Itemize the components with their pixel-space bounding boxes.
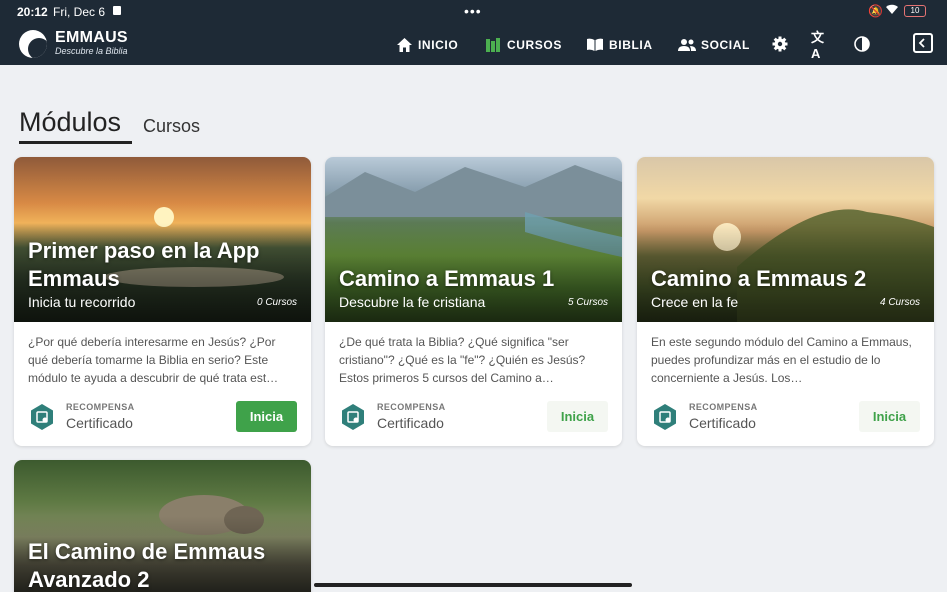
contrast-theme-icon[interactable] [853, 35, 871, 53]
tab-cursos[interactable]: Cursos [143, 116, 200, 137]
nav-inicio[interactable]: INICIO [396, 24, 458, 65]
module-subtitle: Descubre la fe cristiana [339, 294, 486, 310]
nav-biblia-label: BIBLIA [609, 37, 653, 52]
reward-label: RECOMPENSA [66, 402, 135, 412]
reward-label: RECOMPENSA [377, 402, 446, 412]
battery-icon: 10 [904, 5, 926, 17]
side-panel-toggle-icon[interactable] [913, 33, 933, 53]
module-title: El Camino de Emmaus Avanzado 2 [28, 539, 266, 592]
module-card-camino-1[interactable]: Camino a Emmaus 1 Descubre la fe cristia… [325, 157, 622, 446]
module-card-camino-2[interactable]: Camino a Emmaus 2 Crece en la fe 4 Curso… [637, 157, 934, 446]
nav-inicio-label: INICIO [418, 37, 459, 52]
more-dots-icon: ••• [464, 3, 482, 19]
emmaus-logo-icon[interactable] [19, 30, 47, 58]
module-title: Primer paso en la App Emmaus [28, 238, 260, 291]
module-card-primer-paso[interactable]: Primer paso en la App Emmaus Inicia tu r… [14, 157, 311, 446]
module-card-avanzado-2[interactable]: El Camino de Emmaus Avanzado 2 [14, 460, 311, 592]
inicia-button[interactable]: Inicia [859, 401, 920, 432]
active-tab-underline [19, 141, 132, 144]
wifi-icon [885, 3, 899, 18]
reward-value: Certificado [377, 415, 444, 431]
certificate-badge-icon [342, 404, 364, 430]
reward-value: Certificado [66, 415, 133, 431]
home-icon [397, 37, 412, 52]
module-description: En este segundo módulo del Camino a Emma… [651, 335, 912, 385]
module-course-count: 4 Cursos [879, 297, 920, 308]
brand-tagline: Descubre la Biblia [55, 46, 128, 56]
module-description: ¿De qué trata la Biblia? ¿Qué significa … [339, 335, 586, 385]
nav-cursos-label: CURSOS [507, 37, 562, 52]
certificate-badge-icon [31, 404, 53, 430]
module-subtitle: Crece en la fe [651, 294, 739, 310]
open-book-icon [587, 38, 603, 51]
module-subtitle: Inicia tu recorrido [28, 294, 136, 310]
books-icon [486, 37, 500, 52]
module-title: Camino a Emmaus 2 [651, 266, 867, 291]
status-bar: 20:12 Fri, Dec 6 ••• 🔕 10 [0, 0, 947, 24]
reward-label: RECOMPENSA [689, 402, 758, 412]
certificate-badge-icon [654, 404, 676, 430]
home-indicator[interactable] [314, 583, 632, 587]
inicia-button[interactable]: Inicia [236, 401, 297, 432]
module-title: Camino a Emmaus 1 [339, 266, 555, 291]
module-description: ¿Por qué debería interesarme en Jesús? ¿… [28, 335, 279, 385]
mute-bell-icon: 🔕 [868, 4, 883, 18]
translate-icon[interactable]: 文A [811, 30, 829, 61]
main-content: Módulos Cursos Primer paso en la App Emm… [0, 65, 947, 592]
brand-name: EMMAUS [55, 29, 128, 46]
nav-social[interactable]: SOCIAL [678, 24, 750, 65]
people-icon [678, 38, 696, 51]
status-time: 20:12 [17, 5, 48, 19]
app-bar: EMMAUS Descubre la Biblia INICIO CURSOS … [0, 24, 947, 65]
status-date: Fri, Dec 6 [53, 5, 106, 19]
lock-icon [113, 6, 121, 15]
nav-cursos[interactable]: CURSOS [485, 24, 562, 65]
nav-social-label: SOCIAL [701, 37, 750, 52]
reward-value: Certificado [689, 415, 756, 431]
page-title[interactable]: Módulos [19, 107, 121, 138]
nav-biblia[interactable]: BIBLIA [586, 24, 653, 65]
module-course-count: 0 Cursos [256, 297, 297, 308]
module-course-count: 5 Cursos [567, 297, 608, 308]
settings-gear-icon[interactable] [771, 35, 789, 53]
inicia-button[interactable]: Inicia [547, 401, 608, 432]
